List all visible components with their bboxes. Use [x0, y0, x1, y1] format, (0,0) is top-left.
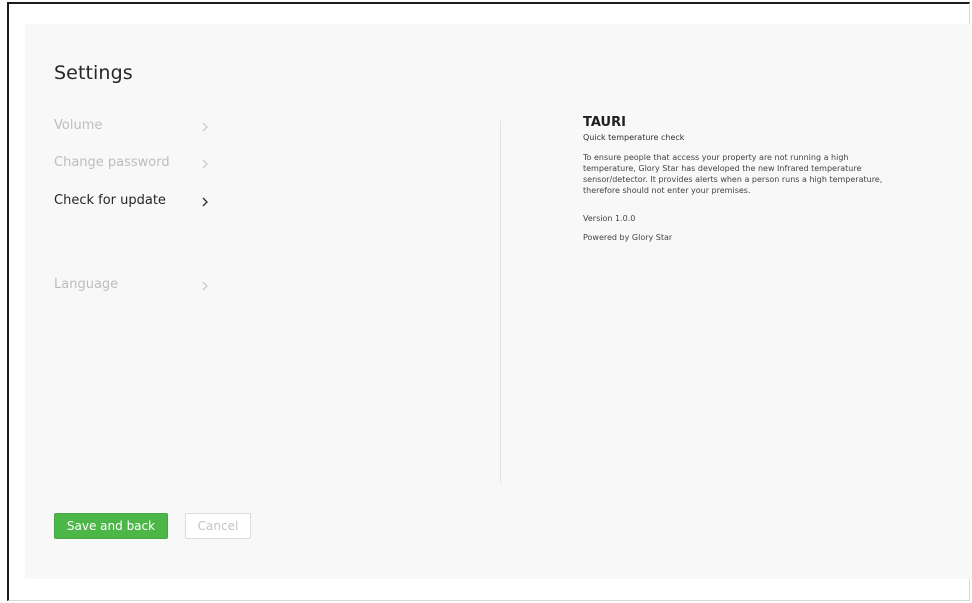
- chevron-right-icon: [202, 159, 208, 169]
- chevron-right-icon: [202, 281, 208, 291]
- cancel-button[interactable]: Cancel: [185, 513, 251, 539]
- powered-by: Powered by Glory Star: [583, 233, 673, 242]
- page-title: Settings: [54, 62, 133, 84]
- menu-item-language[interactable]: Language: [54, 274, 219, 298]
- settings-panel: [25, 24, 972, 579]
- save-and-back-button[interactable]: Save and back: [54, 513, 168, 539]
- chevron-right-icon: [202, 197, 208, 207]
- app-version: Version 1.0.0: [583, 214, 636, 223]
- vertical-divider: [500, 121, 501, 483]
- app-info: TAURI Quick temperature check To ensure …: [583, 115, 913, 242]
- app-description: To ensure people that access your proper…: [583, 153, 883, 195]
- window-frame: [7, 2, 972, 601]
- menu-item-volume[interactable]: Volume: [54, 115, 219, 139]
- menu-item-change-password[interactable]: Change password: [54, 152, 219, 176]
- menu-item-label: Volume: [54, 118, 103, 133]
- menu-item-label: Language: [54, 277, 119, 292]
- app-name: TAURI: [583, 115, 626, 130]
- menu-item-label: Check for update: [54, 193, 166, 208]
- menu-item-label: Change password: [54, 155, 170, 170]
- menu-item-check-for-update[interactable]: Check for update: [54, 190, 219, 214]
- app-subtitle: Quick temperature check: [583, 133, 685, 142]
- chevron-right-icon: [202, 122, 208, 132]
